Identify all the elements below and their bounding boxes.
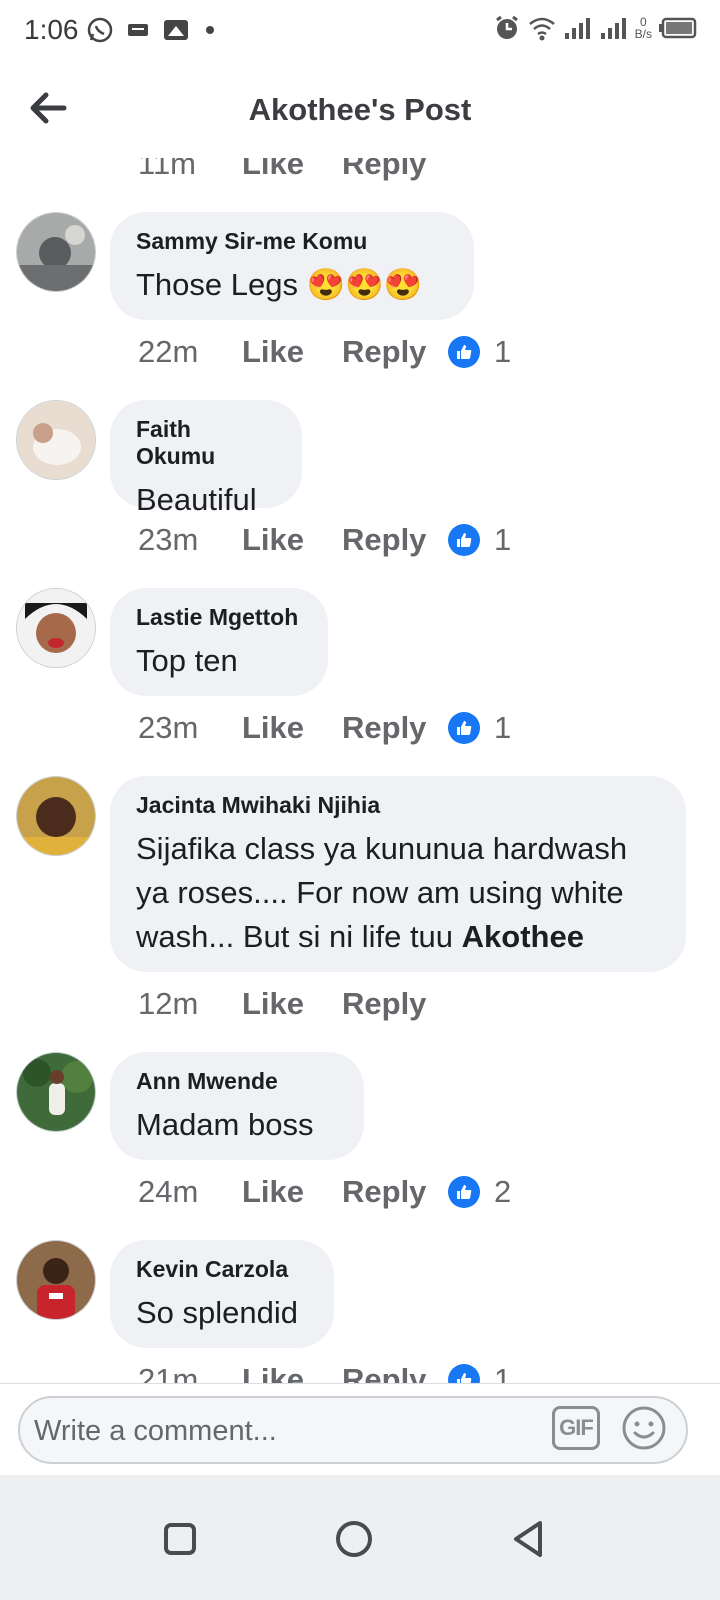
comment-text: Sijafika class ya kununua hardwash ya ro…: [136, 831, 628, 954]
comment-author[interactable]: Lastie Mgettoh: [136, 604, 302, 631]
mention-link[interactable]: Akothee: [462, 919, 584, 954]
comment-author[interactable]: Kevin Carzola: [136, 1256, 308, 1283]
gallery-icon: [164, 20, 188, 40]
battery-icon: [659, 17, 697, 39]
heart-eyes-emoji: 😍😍😍: [306, 267, 423, 302]
comment-bubble[interactable]: Ann Mwende Madam boss: [110, 1052, 364, 1160]
alarm-icon: [495, 15, 518, 39]
comment-meta-row: 23m Like Reply 1: [138, 710, 511, 746]
comment-bubble[interactable]: Kevin Carzola So splendid: [110, 1240, 334, 1348]
comment-author[interactable]: Sammy Sir-me Komu: [136, 228, 448, 255]
comment-time: 24m: [138, 1174, 199, 1209]
like-button[interactable]: Like: [242, 158, 342, 182]
status-system-icons: 0 B/s: [493, 14, 698, 42]
comments-list[interactable]: 11m Like Reply Sammy Sir-me Komu Those L…: [0, 158, 720, 1408]
comment-bubble[interactable]: Faith Okumu Beautiful: [110, 400, 302, 517]
circle-icon: [336, 1521, 372, 1557]
reply-button[interactable]: Reply: [342, 710, 448, 746]
emoji-icon[interactable]: [620, 1404, 668, 1452]
like-button[interactable]: Like: [242, 522, 342, 558]
comment-author[interactable]: Faith Okumu: [136, 416, 276, 470]
comment-time: 23m: [138, 522, 199, 557]
signal-2-icon: [600, 18, 626, 39]
home-button[interactable]: [318, 1503, 390, 1575]
avatar[interactable]: [16, 1240, 96, 1320]
back-nav-button[interactable]: [492, 1503, 564, 1575]
reaction-count[interactable]: 1: [448, 710, 511, 746]
reply-button[interactable]: Reply: [342, 986, 448, 1022]
like-button[interactable]: Like: [242, 710, 342, 746]
network-speed: 0 B/s: [634, 15, 652, 41]
triangle-back-icon: [514, 1521, 542, 1557]
square-icon: [164, 1523, 196, 1555]
dot-icon: [206, 26, 214, 34]
status-notification-icons: [86, 16, 218, 44]
comment-text: Madam boss: [136, 1107, 314, 1142]
comment-text: Those Legs 😍😍😍: [136, 267, 423, 302]
avatar[interactable]: [16, 212, 96, 292]
comment-bubble[interactable]: Jacinta Mwihaki Njihia Sijafika class ya…: [110, 776, 686, 972]
reply-button[interactable]: Reply: [342, 1174, 448, 1210]
comment-meta-row: 22m Like Reply 1: [138, 334, 511, 370]
avatar[interactable]: [16, 776, 96, 856]
comment-time: 23m: [138, 710, 199, 745]
thumbs-up-icon: [448, 336, 480, 368]
comment-bubble[interactable]: Lastie Mgettoh Top ten: [110, 588, 328, 696]
comment-time: 11m: [138, 158, 197, 181]
reaction-count[interactable]: 1: [448, 522, 511, 558]
comment-meta-row: 11m Like Reply: [138, 158, 448, 182]
thumbs-up-icon: [448, 1176, 480, 1208]
like-button[interactable]: Like: [242, 1174, 342, 1210]
comment-input-box[interactable]: GIF: [18, 1396, 688, 1464]
reaction-count[interactable]: 1: [448, 334, 511, 370]
comment-author[interactable]: Ann Mwende: [136, 1068, 338, 1095]
comment-author[interactable]: Jacinta Mwihaki Njihia: [136, 792, 660, 819]
avatar[interactable]: [16, 588, 96, 668]
gif-button[interactable]: GIF: [552, 1406, 600, 1450]
like-button[interactable]: Like: [242, 986, 342, 1022]
wifi-icon: [528, 17, 555, 41]
comment-bubble[interactable]: Sammy Sir-me Komu Those Legs 😍😍😍: [110, 212, 474, 320]
status-bar: 1:06 0 B/s: [0, 0, 720, 62]
comment-composer: GIF: [0, 1383, 720, 1476]
comment-input[interactable]: [32, 1408, 536, 1454]
reply-button[interactable]: Reply: [342, 522, 448, 558]
thumbs-up-icon: [448, 524, 480, 556]
reaction-count[interactable]: 2: [448, 1174, 511, 1210]
system-navigation-bar: [0, 1475, 720, 1600]
page-title: Akothee's Post: [248, 92, 472, 127]
reply-button[interactable]: Reply: [342, 334, 448, 370]
recents-button[interactable]: [144, 1503, 216, 1575]
comment-meta-row: 23m Like Reply 1: [138, 522, 511, 558]
comment-time: 12m: [138, 986, 199, 1021]
whatsapp-icon: [87, 17, 113, 43]
comment-text: Top ten: [136, 643, 238, 678]
comment-text: So splendid: [136, 1295, 299, 1330]
comment-text: Beautiful: [136, 482, 257, 517]
like-button[interactable]: Like: [242, 334, 342, 370]
post-header: Akothee's Post: [0, 62, 720, 159]
message-icon: [128, 24, 148, 36]
status-time: 1:06: [24, 14, 79, 45]
reply-button[interactable]: Reply: [342, 158, 448, 182]
avatar[interactable]: [16, 400, 96, 480]
comment-meta-row: 24m Like Reply 2: [138, 1174, 511, 1210]
comment-meta-row: 12m Like Reply: [138, 986, 448, 1022]
thumbs-up-icon: [448, 712, 480, 744]
signal-1-icon: [564, 18, 590, 39]
avatar[interactable]: [16, 1052, 96, 1132]
comment-time: 22m: [138, 334, 199, 369]
